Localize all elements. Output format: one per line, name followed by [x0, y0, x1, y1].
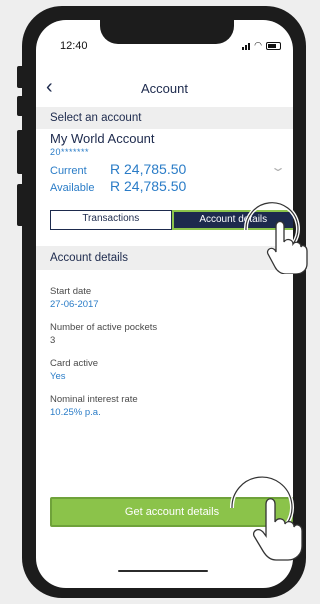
home-indicator: [118, 570, 208, 572]
page-title: Account: [141, 81, 188, 96]
available-label: Available: [50, 182, 95, 194]
wifi-icon: ◠: [254, 40, 262, 50]
status-icons: ◠: [242, 40, 281, 51]
current-value: R 24,785.50: [110, 161, 187, 177]
start-date-label: Start date: [50, 286, 92, 297]
tap-hand-icon: [229, 475, 303, 561]
active-pockets-label: Number of active pockets: [50, 322, 158, 333]
interest-rate-label: Nominal interest rate: [50, 394, 138, 405]
tap-hand-icon: [243, 200, 308, 274]
status-time: 12:40: [60, 40, 88, 52]
select-account-header: Select an account: [36, 107, 293, 129]
card-active-value: Yes: [50, 371, 66, 382]
chevron-down-icon[interactable]: ⌄: [270, 160, 286, 174]
nav-bar: ‹ Account: [36, 76, 293, 102]
tab-transactions[interactable]: Transactions: [50, 210, 172, 230]
available-balance-row: Available R 24,785.50: [50, 178, 186, 194]
current-balance-row: Current R 24,785.50: [50, 161, 186, 177]
notch: [100, 20, 234, 44]
available-value: R 24,785.50: [110, 178, 187, 194]
active-pockets-value: 3: [50, 335, 56, 346]
account-name[interactable]: My World Account: [50, 131, 155, 146]
battery-icon: [266, 41, 281, 50]
start-date-value: 27-06-2017: [50, 299, 99, 310]
signal-icon: [242, 42, 251, 50]
interest-rate-value: 10.25% p.a.: [50, 407, 101, 418]
current-label: Current: [50, 165, 87, 177]
account-number: 20*******: [50, 147, 90, 157]
card-active-label: Card active: [50, 358, 99, 369]
